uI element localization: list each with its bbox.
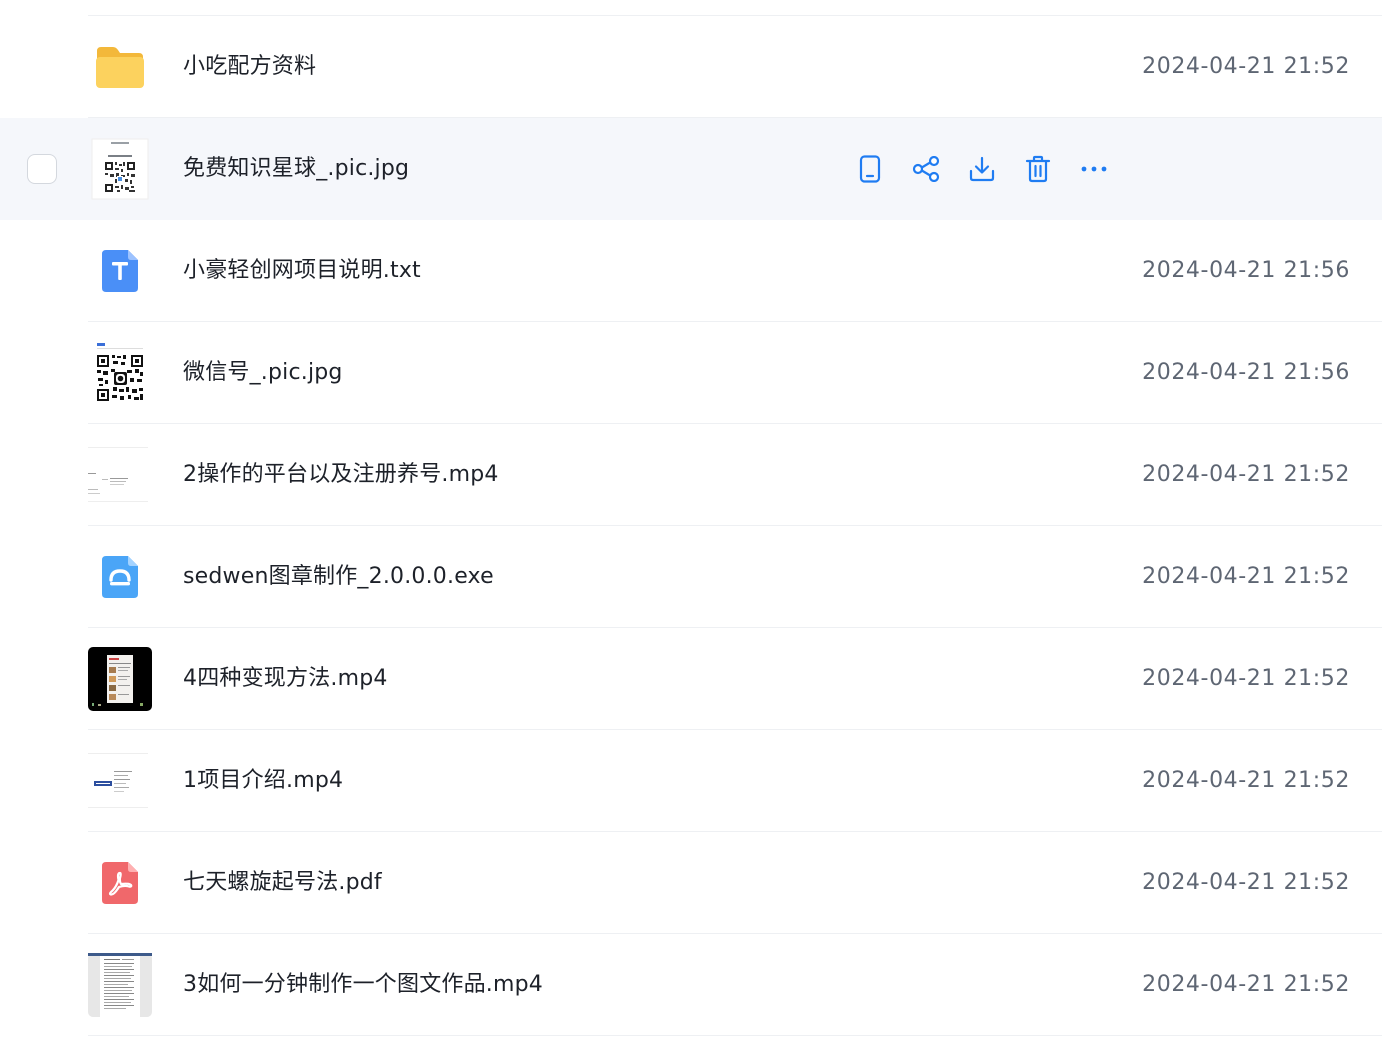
qr-image-thumbnail <box>88 341 152 405</box>
file-name[interactable]: 3如何一分钟制作一个图文作品.mp4 <box>183 970 543 1000</box>
row-checkbox[interactable] <box>27 154 57 184</box>
video-thumbnail <box>88 443 152 507</box>
video-thumbnail <box>88 749 152 813</box>
file-date: 2024-04-21 21:56 <box>1142 258 1350 283</box>
file-date: 2024-04-21 21:52 <box>1142 564 1350 589</box>
file-date: 2024-04-21 21:52 <box>1142 462 1350 487</box>
file-row[interactable]: 七天螺旋起号法.pdf 2024-04-21 21:52 <box>0 832 1382 934</box>
file-row[interactable]: 3如何一分钟制作一个图文作品.mp4 2024-04-21 21:52 <box>0 934 1382 1036</box>
file-name[interactable]: 1项目介绍.mp4 <box>183 766 343 796</box>
file-date: 2024-04-21 21:52 <box>1142 54 1350 79</box>
file-date: 2024-04-21 21:52 <box>1142 666 1350 691</box>
phone-icon[interactable] <box>852 151 888 187</box>
file-name[interactable]: 七天螺旋起号法.pdf <box>183 868 382 898</box>
file-row[interactable]: 微信号_.pic.jpg 2024-04-21 21:56 <box>0 322 1382 424</box>
more-icon[interactable] <box>1076 151 1112 187</box>
qr-image-thumbnail <box>88 137 152 201</box>
folder-icon <box>88 35 152 99</box>
file-row[interactable]: 小豪轻创网项目说明.txt 2024-04-21 21:56 <box>0 220 1382 322</box>
row-actions <box>852 151 1132 187</box>
txt-file-icon <box>88 239 152 303</box>
file-row[interactable]: 小吃配方资料 2024-04-21 21:52 <box>0 16 1382 118</box>
download-icon[interactable] <box>964 151 1000 187</box>
exe-file-icon <box>88 545 152 609</box>
file-name[interactable]: 小豪轻创网项目说明.txt <box>183 256 421 286</box>
file-name[interactable]: 免费知识星球_.pic.jpg <box>183 154 409 184</box>
trash-icon[interactable] <box>1020 151 1056 187</box>
file-date: 2024-04-21 21:56 <box>1142 360 1350 385</box>
file-row[interactable]: 1项目介绍.mp4 2024-04-21 21:52 <box>0 730 1382 832</box>
file-date: 2024-04-21 21:52 <box>1142 870 1350 895</box>
file-row[interactable]: 免费知识星球_.pic.jpg <box>0 118 1382 220</box>
file-date: 2024-04-21 21:52 <box>1142 972 1350 997</box>
file-name[interactable]: 微信号_.pic.jpg <box>183 358 343 388</box>
file-name[interactable]: 4四种变现方法.mp4 <box>183 664 388 694</box>
share-icon[interactable] <box>908 151 944 187</box>
file-row[interactable]: 4四种变现方法.mp4 2024-04-21 21:52 <box>0 628 1382 730</box>
file-name[interactable]: 2操作的平台以及注册养号.mp4 <box>183 460 499 490</box>
file-name[interactable]: sedwen图章制作_2.0.0.0.exe <box>183 562 494 592</box>
file-date: 2024-04-21 21:52 <box>1142 768 1350 793</box>
video-thumbnail <box>88 953 152 1017</box>
file-name[interactable]: 小吃配方资料 <box>183 52 316 82</box>
pdf-file-icon <box>88 851 152 915</box>
file-row[interactable]: sedwen图章制作_2.0.0.0.exe 2024-04-21 21:52 <box>0 526 1382 628</box>
file-row[interactable]: 2操作的平台以及注册养号.mp4 2024-04-21 21:52 <box>0 424 1382 526</box>
file-list: 小吃配方资料 2024-04-21 21:52 免费知识星球_.pic.jpg … <box>0 0 1382 1038</box>
video-thumbnail <box>88 647 152 711</box>
